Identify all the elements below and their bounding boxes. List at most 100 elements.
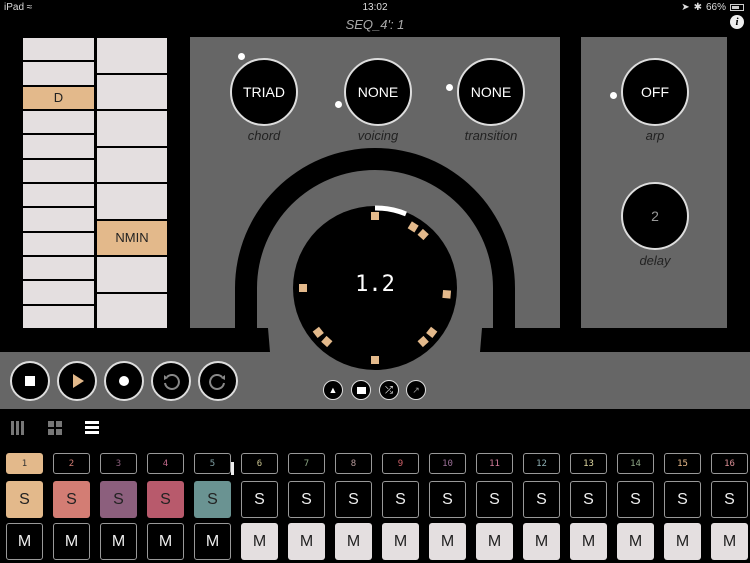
root-note-cell[interactable] — [23, 38, 94, 61]
mute-button[interactable]: M — [617, 523, 654, 560]
chord-type-cell[interactable] — [97, 147, 167, 182]
solo-button[interactable]: S — [6, 481, 43, 518]
track-number-button[interactable]: 11 — [476, 453, 513, 474]
scroll-marker[interactable] — [231, 462, 234, 475]
shuffle-button[interactable]: ⤮ — [379, 380, 399, 400]
solo-button[interactable]: S — [241, 481, 278, 518]
chord-knob-indicator — [238, 53, 245, 60]
transition-label: transition — [464, 128, 518, 143]
play-button[interactable] — [57, 361, 97, 401]
solo-button[interactable]: S — [100, 481, 137, 518]
info-icon[interactable]: i — [730, 15, 744, 29]
track-number-button[interactable]: 2 — [53, 453, 90, 474]
solo-button[interactable]: S — [476, 481, 513, 518]
track-number-button[interactable]: 9 — [382, 453, 419, 474]
stop-button[interactable] — [10, 361, 50, 401]
mute-button[interactable]: M — [147, 523, 184, 560]
chord-value: TRIAD — [243, 84, 285, 100]
chord-type-column: NMIN — [97, 38, 167, 328]
clear-button[interactable]: ▲ — [323, 380, 343, 400]
track-number-button[interactable]: 13 — [570, 453, 607, 474]
root-note-cell[interactable] — [23, 232, 94, 255]
arp-knob[interactable]: OFF — [621, 58, 689, 126]
chord-type-cell[interactable] — [97, 74, 167, 109]
root-note-cell[interactable] — [23, 208, 94, 231]
mute-button[interactable]: M — [429, 523, 466, 560]
solo-button[interactable]: S — [617, 481, 654, 518]
root-note-cell[interactable] — [23, 159, 94, 182]
root-note-cell[interactable] — [23, 62, 94, 85]
mute-button[interactable]: M — [664, 523, 701, 560]
list-view-icon[interactable] — [84, 420, 100, 436]
step-marker — [312, 326, 324, 338]
chord-type-cell[interactable] — [97, 38, 167, 73]
chord-type-cell[interactable] — [97, 257, 167, 292]
solo-button[interactable]: S — [570, 481, 607, 518]
root-note-cell[interactable]: D — [23, 86, 94, 109]
mute-button[interactable]: M — [335, 523, 372, 560]
battery-icon — [730, 4, 744, 11]
mute-button[interactable]: M — [382, 523, 419, 560]
position-display: 1.2 — [355, 272, 395, 297]
stop-icon — [25, 376, 35, 386]
transition-knob[interactable]: NONE — [457, 58, 525, 126]
track-number-button[interactable]: 14 — [617, 453, 654, 474]
mute-button[interactable]: M — [241, 523, 278, 560]
chord-type-cell[interactable]: NMIN — [97, 220, 167, 255]
chord-type-cell[interactable] — [97, 111, 167, 146]
mute-button[interactable]: M — [570, 523, 607, 560]
solo-button[interactable]: S — [335, 481, 372, 518]
mute-button[interactable]: M — [6, 523, 43, 560]
solo-button[interactable]: S — [711, 481, 748, 518]
solo-button[interactable]: S — [53, 481, 90, 518]
root-note-cell[interactable] — [23, 256, 94, 280]
root-note-cell[interactable] — [23, 281, 94, 304]
voicing-knob[interactable]: NONE — [344, 58, 412, 126]
redo-button[interactable] — [198, 361, 238, 401]
track-number-button[interactable]: 3 — [100, 453, 137, 474]
folder-button[interactable] — [351, 380, 371, 400]
track-number-button[interactable]: 15 — [664, 453, 701, 474]
mute-button[interactable]: M — [711, 523, 748, 560]
track-number-button[interactable]: 6 — [241, 453, 278, 474]
mute-button[interactable]: M — [476, 523, 513, 560]
voicing-value: NONE — [357, 84, 399, 100]
solo-button[interactable]: S — [288, 481, 325, 518]
mute-button[interactable]: M — [100, 523, 137, 560]
solo-button[interactable]: S — [194, 481, 231, 518]
columns-view-icon[interactable] — [10, 420, 26, 436]
solo-button[interactable]: S — [664, 481, 701, 518]
root-note-cell[interactable] — [23, 135, 94, 158]
mute-button[interactable]: M — [194, 523, 231, 560]
solo-button[interactable]: S — [523, 481, 560, 518]
track-number-button[interactable]: 5 — [194, 453, 231, 474]
track-number-button[interactable]: 12 — [523, 453, 560, 474]
share-button[interactable]: ↗ — [406, 380, 426, 400]
track-number-button[interactable]: 4 — [147, 453, 184, 474]
solo-button[interactable]: S — [382, 481, 419, 518]
grid-view-icon[interactable] — [47, 420, 63, 436]
mute-button[interactable]: M — [523, 523, 560, 560]
chord-type-cell[interactable] — [97, 293, 167, 328]
root-note-cell[interactable] — [23, 110, 94, 134]
delay-knob[interactable]: 2 — [621, 182, 689, 250]
clear-icon: ▲ — [328, 385, 338, 395]
solo-button[interactable]: S — [147, 481, 184, 518]
solo-button[interactable]: S — [429, 481, 466, 518]
mute-button[interactable]: M — [53, 523, 90, 560]
chord-knob[interactable]: TRIAD — [230, 58, 298, 126]
root-note-cell[interactable] — [23, 305, 94, 328]
shuffle-icon: ⤮ — [385, 384, 393, 396]
undo-button[interactable] — [151, 361, 191, 401]
mute-button[interactable]: M — [288, 523, 325, 560]
track-number-button[interactable]: 10 — [429, 453, 466, 474]
track-number-button[interactable]: 16 — [711, 453, 748, 474]
record-button[interactable] — [104, 361, 144, 401]
root-note-cell[interactable] — [23, 183, 94, 207]
bluetooth-icon: ✱ — [693, 2, 702, 13]
track-number-button[interactable]: 8 — [335, 453, 372, 474]
arp-knob-indicator — [610, 92, 617, 99]
track-number-button[interactable]: 7 — [288, 453, 325, 474]
chord-type-cell[interactable] — [97, 184, 167, 219]
track-number-button[interactable]: 1 — [6, 453, 43, 474]
